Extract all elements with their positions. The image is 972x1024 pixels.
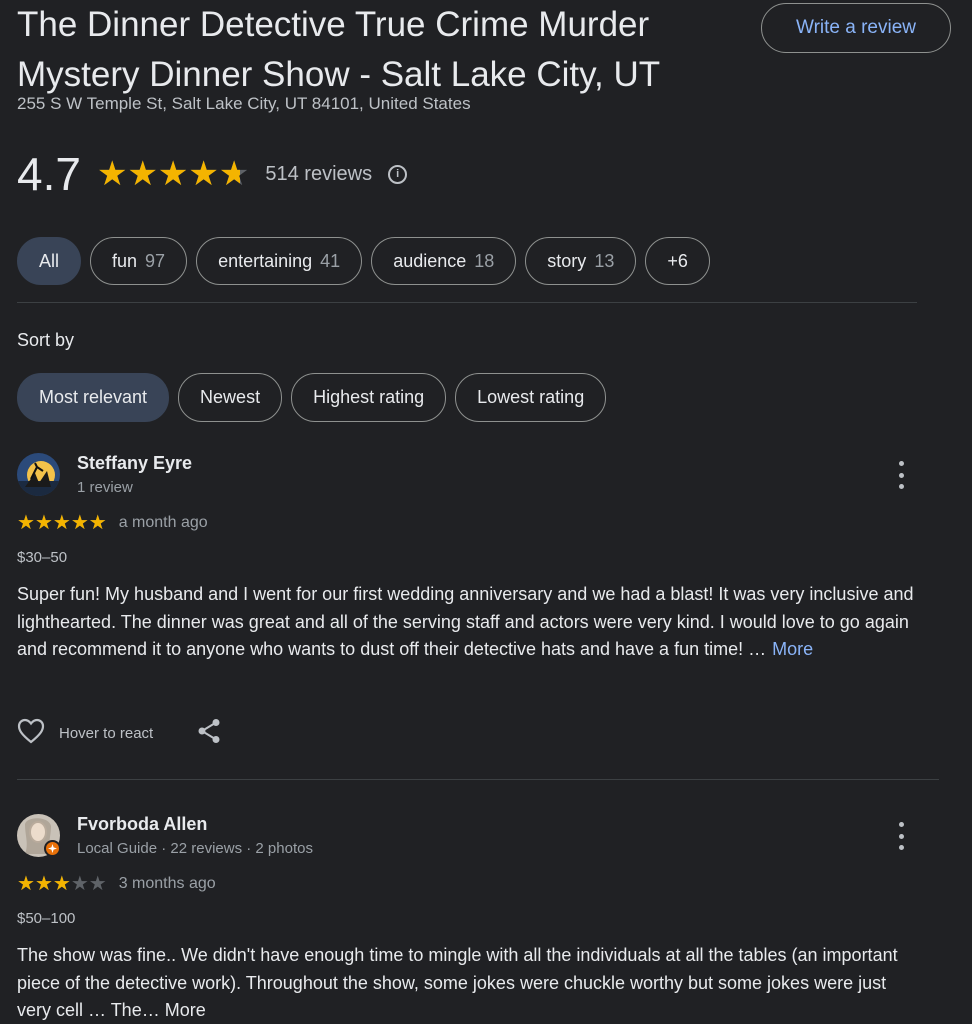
price-range: $30–50 [17,549,68,566]
topic-chip-label: fun [112,250,138,271]
reviewer-name[interactable]: Fvorboda Allen [77,814,207,835]
heart-icon[interactable] [17,718,45,749]
review-star-icon: ★★ [52,512,71,534]
review-body: The show was fine.. We didn't have enoug… [17,945,898,1020]
sort-option[interactable]: Most relevant [17,373,170,422]
topic-chip-count: 13 [594,250,615,271]
review-card: Fvorboda Allen Local Guide · 22 reviews … [17,814,937,1024]
rating-value: 4.7 [17,148,81,200]
review-star-icon: ★★ [88,512,107,534]
topic-chip-label: audience [393,250,467,271]
topic-chip-count: 97 [145,250,166,271]
review-text: The show was fine.. We didn't have enoug… [17,942,922,1022]
rating-stars: ★ ★ ★ ★ ★ ★ ★ ★ ★ ★ [97,157,249,191]
review-text: Super fun! My husband and I went for our… [17,581,922,664]
review-star-icon: ★★ [70,512,89,534]
topic-chip-count: 18 [474,250,495,271]
review-star-icon: ★★ [70,873,89,895]
review-star-icon: ★★ [17,873,35,895]
topic-chip-label: story [547,250,587,271]
review-card: Steffany Eyre 1 review ★ ★ ★ ★ ★ ★ ★ ★ ★ ★ a mont… [17,453,937,763]
review-actions: Hover to react [17,718,221,749]
sort-option[interactable]: Highest rating [291,373,447,422]
topic-chip[interactable]: +6 [645,237,710,285]
avatar[interactable] [17,453,60,496]
local-guide-badge-icon [44,840,61,857]
review-star-icon: ★★ [88,873,107,895]
rating-star-icon: ★ ★ [127,155,158,193]
review-star-icon: ★★ [34,873,53,895]
more-link[interactable]: More [772,639,813,659]
price-range: $50–100 [17,910,76,927]
rating-summary: 4.7 ★ ★ ★ ★ ★ ★ ★ ★ ★ ★ 514 reviews i [17,146,408,202]
topic-chip[interactable]: entertaining 41 [196,237,363,285]
topic-chip[interactable]: story 13 [525,237,637,285]
review-count[interactable]: 514 reviews [265,163,372,186]
write-review-button[interactable]: Write a review [761,3,951,53]
place-title: The Dinner Detective True Crime Murder M… [17,5,661,94]
review-rating-row: ★ ★ ★ ★ ★ ★ ★ ★ ★ ★ a month ago [17,513,208,533]
more-options-icon[interactable] [893,461,909,489]
place-address: 255 S W Temple St, Salt Lake City, UT 84… [17,94,471,113]
review-time: a month ago [118,514,208,531]
review-rating-row: ★★★★★★★★★★ 3 months ago [17,874,216,894]
more-options-icon[interactable] [893,822,909,850]
share-icon[interactable] [197,718,221,749]
info-icon[interactable]: i [388,164,408,184]
reviewer-meta[interactable]: 1 review [77,479,133,496]
rating-star-icon: ★ ★ [188,155,219,193]
topic-chip[interactable]: audience 18 [371,237,517,285]
sort-by-label: Sort by [17,330,75,350]
sort-chips: Most relevant Newest Highest rating Lowest … [17,373,615,422]
react-label: Hover to react [59,725,154,742]
topic-chip-count: 41 [320,250,341,271]
reviewer-name[interactable]: Steffany Eyre [77,453,192,474]
topic-chip-label: All [39,250,60,271]
review-stars: ★★★★★★★★★★ [17,513,107,533]
sort-option[interactable]: Newest [178,373,283,422]
review-star-icon: ★★ [17,512,35,534]
sort-option[interactable]: Lowest rating [455,373,607,422]
review-star-icon: ★★ [34,512,53,534]
review-star-icon: ★★ [52,873,71,895]
review-stars: ★★★★★★★★★★ [17,874,107,894]
topic-chip[interactable]: All [17,237,82,285]
review-time: 3 months ago [118,875,216,892]
topic-chip-label: +6 [667,250,688,271]
divider [17,302,917,303]
reviewer-meta[interactable]: Local Guide · 22 reviews · 2 photos [77,840,313,857]
rating-star-icon: ★ ★ [96,155,128,193]
topic-chip[interactable]: fun 97 [90,237,188,285]
topic-chip-label: entertaining [218,250,313,271]
divider [17,779,939,780]
topic-filter-chips: All fun 97 entertaining 41 audience 18 story 13 +… [17,237,719,285]
rating-star-icon: ★ ★ [157,155,189,193]
rating-star-icon: ★ ★ [218,155,250,193]
